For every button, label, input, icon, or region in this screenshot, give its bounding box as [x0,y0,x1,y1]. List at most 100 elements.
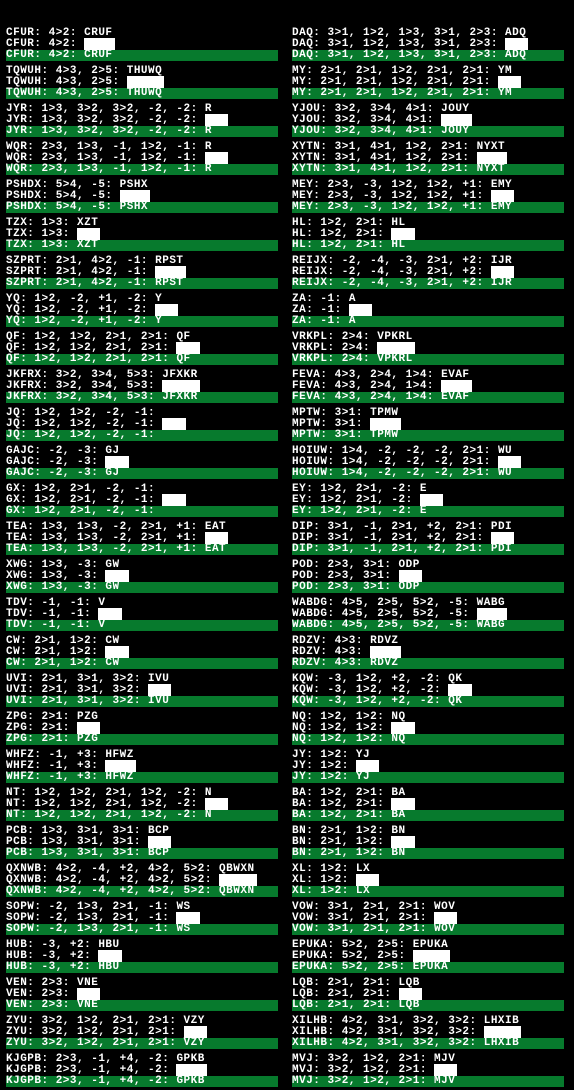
group-bn: BN: 2>1, 1>2: BNBN: 2>1, 1>2: BN: 2>1, 1… [292,826,564,859]
suffix: GJ [105,467,119,479]
group-reijx: REIJX: -2, -4, -3, 2>1, +2: IJRREIJX: -2… [292,256,564,289]
group-za: ZA: -1: AZA: -1: ZA: -1: A [292,294,564,327]
row: YJOU: 3>2, 3>4, 4>1: JOUY [292,126,564,137]
prefix: EY: 1>2, 2>1, -2: [292,505,420,517]
prefix: WQR: 2>3, 1>3, -1, 1>2, -1: [6,163,205,175]
group-kqw: KQW: -3, 1>2, +2, -2: QKKQW: -3, 1>2, +2… [292,674,564,707]
suffix: LX [356,885,370,897]
suffix: N [205,809,212,821]
row: QF: 1>2, 1>2, 2>1, 2>1: QF [6,354,278,365]
prefix: PCB: 1>3, 3>1, 3>1: [6,847,148,859]
prefix: ZYU: 3>2, 1>2, 2>1, 2>1: [6,1037,184,1049]
row: CW: 2>1, 1>2: CW [6,658,278,669]
row: JQ: 1>2, 1>2, -2, -1: [6,430,278,441]
group-mvj: MVJ: 3>2, 1>2, 2>1: MJVMVJ: 3>2, 1>2, 2>… [292,1054,564,1087]
group-zyu: ZYU: 3>2, 1>2, 2>1, 2>1: VZYZYU: 3>2, 1>… [6,1016,278,1049]
suffix: VPKRL [377,353,413,365]
suffix: GW [105,581,119,593]
suffix: WOV [434,923,455,935]
suffix: JOUY [441,125,469,137]
suffix: R [205,163,212,175]
prefix: REIJX: -2, -4, -3, 2>1, +2: [292,277,491,289]
row: TQWUH: 4>3, 2>5: THUWQ [6,88,278,99]
row: MY: 2>1, 2>1, 1>2, 2>1, 2>1: YM [292,88,564,99]
row: XL: 1>2: LX [292,886,564,897]
group-pshdx: PSHDX: 5>4, -5: PSHXPSHDX: 5>4, -5: PSHD… [6,180,278,213]
prefix: HL: 1>2, 2>1: [292,239,391,251]
prefix: MPTW: 3>1: [292,429,370,441]
group-hub: HUB: -3, +2: HBUHUB: -3, +2: HUB: -3, +2… [6,940,278,973]
suffix: PDI [491,543,512,555]
group-lqb: LQB: 2>1, 2>1: LQBLQB: 2>1, 2>1: LQB: 2>… [292,978,564,1011]
prefix: JKFRX: 3>2, 3>4, 5>3: [6,391,162,403]
row: REIJX: -2, -4, -3, 2>1, +2: IJR [292,278,564,289]
prefix: LQB: 2>1, 2>1: [292,999,399,1011]
prefix: GAJC: -2, -3: [6,467,105,479]
row: DAQ: 3>1, 1>2, 1>3, 3>1, 2>3: ADQ [292,50,564,61]
suffix: QF [176,353,190,365]
suffix: QK [448,695,462,707]
row: ZA: -1: A [292,316,564,327]
group-xilhb: XILHB: 4>2, 3>1, 3>2, 3>2: LHXIBXILHB: 4… [292,1016,564,1049]
prefix: PSHDX: 5>4, -5: [6,201,120,213]
row: NT: 1>2, 1>2, 2>1, 1>2, -2: N [6,810,278,821]
prefix: TDV: -1, -1: [6,619,98,631]
group-my: MY: 2>1, 2>1, 1>2, 2>1, 2>1: YMMY: 2>1, … [292,66,564,99]
row: JYR: 1>3, 3>2, 3>2, -2, -2: R [6,126,278,137]
group-wabdg: WABDG: 4>5, 2>5, 5>2, -5: WABGWABDG: 4>5… [292,598,564,631]
group-zpg: ZPG: 2>1: PZGZPG: 2>1: ZPG: 2>1: PZG [6,712,278,745]
group-qf: QF: 1>2, 1>2, 2>1, 2>1: QFQF: 1>2, 1>2, … [6,332,278,365]
group-jyr: JYR: 1>3, 3>2, 3>2, -2, -2: RJYR: 1>3, 3… [6,104,278,137]
row: XWG: 1>3, -3: GW [6,582,278,593]
prefix: POD: 2>3, 3>1: [292,581,399,593]
row: MPTW: 3>1: TPMW [292,430,564,441]
row: LQB: 2>1, 2>1: LQB [292,1000,564,1011]
group-vow: VOW: 3>1, 2>1, 2>1: WOVVOW: 3>1, 2>1, 2>… [292,902,564,935]
prefix: TEA: 1>3, 1>3, -2, 2>1, +1: [6,543,205,555]
row: ZPG: 2>1: PZG [6,734,278,745]
prefix: SOPW: -2, 1>3, 2>1, -1: [6,923,176,935]
group-ba: BA: 1>2, 2>1: BABA: 1>2, 2>1: BA: 1>2, 2… [292,788,564,821]
suffix: WU [498,467,512,479]
suffix: QBWXN [219,885,255,897]
group-mptw: MPTW: 3>1: TPMWMPTW: 3>1: MPTW: 3>1: TPM… [292,408,564,441]
row: YQ: 1>2, -2, +1, -2: Y [6,316,278,327]
group-jq: JQ: 1>2, 1>2, -2, -1: JQ: 1>2, 1>2, -2, … [6,408,278,441]
suffix: PSHX [120,201,148,213]
group-yjou: YJOU: 3>2, 3>4, 4>1: JOUYYJOU: 3>2, 3>4,… [292,104,564,137]
prefix: WHFZ: -1, +3: [6,771,105,783]
prefix: QF: 1>2, 1>2, 2>1, 2>1: [6,353,176,365]
row: JY: 1>2: YJ [292,772,564,783]
group-hl: HL: 1>2, 2>1: HLHL: 1>2, 2>1: HL: 1>2, 2… [292,218,564,251]
suffix: IJR [491,277,512,289]
row: HOIUW: 1>4, -2, -2, -2, 2>1: WU [292,468,564,479]
row: WHFZ: -1, +3: HFWZ [6,772,278,783]
group-daq: DAQ: 3>1, 1>2, 1>3, 3>1, 2>3: ADQDAQ: 3>… [292,28,564,61]
prefix: VOW: 3>1, 2>1, 2>1: [292,923,434,935]
suffix: ODP [399,581,420,593]
prefix: XWG: 1>3, -3: [6,581,105,593]
row: TDV: -1, -1: V [6,620,278,631]
prefix: DIP: 3>1, -1, 2>1, +2, 2>1: [292,543,491,555]
prefix: CW: 2>1, 1>2: [6,657,105,669]
suffix: A [349,315,356,327]
row: SOPW: -2, 1>3, 2>1, -1: WS [6,924,278,935]
group-epuka: EPUKA: 5>2, 2>5: EPUKAEPUKA: 5>2, 2>5: E… [292,940,564,973]
prefix: VRKPL: 2>4: [292,353,377,365]
prefix: HOIUW: 1>4, -2, -2, -2, 2>1: [292,467,498,479]
group-gx: GX: 1>2, 2>1, -2, -1: GX: 1>2, 2>1, -2, … [6,484,278,517]
row: JKFRX: 3>2, 3>4, 5>3: JFXKR [6,392,278,403]
prefix: RDZV: 4>3: [292,657,370,669]
suffix: EVAF [441,391,469,403]
prefix: JQ: 1>2, 1>2, -2, -1: [6,429,162,441]
row: GAJC: -2, -3: GJ [6,468,278,479]
group-gajc: GAJC: -2, -3: GJGAJC: -2, -3: GAJC: -2, … [6,446,278,479]
suffix: WS [176,923,190,935]
suffix: BN [391,847,405,859]
suffix: E [420,505,427,517]
suffix: RPST [155,277,183,289]
group-ven: VEN: 2>3: VNEVEN: 2>3: VEN: 2>3: VNE [6,978,278,1011]
prefix: HUB: -3, +2: [6,961,98,973]
row: HUB: -3, +2: HBU [6,962,278,973]
prefix: KJGPB: 2>3, -1, +4, -2: [6,1075,176,1087]
